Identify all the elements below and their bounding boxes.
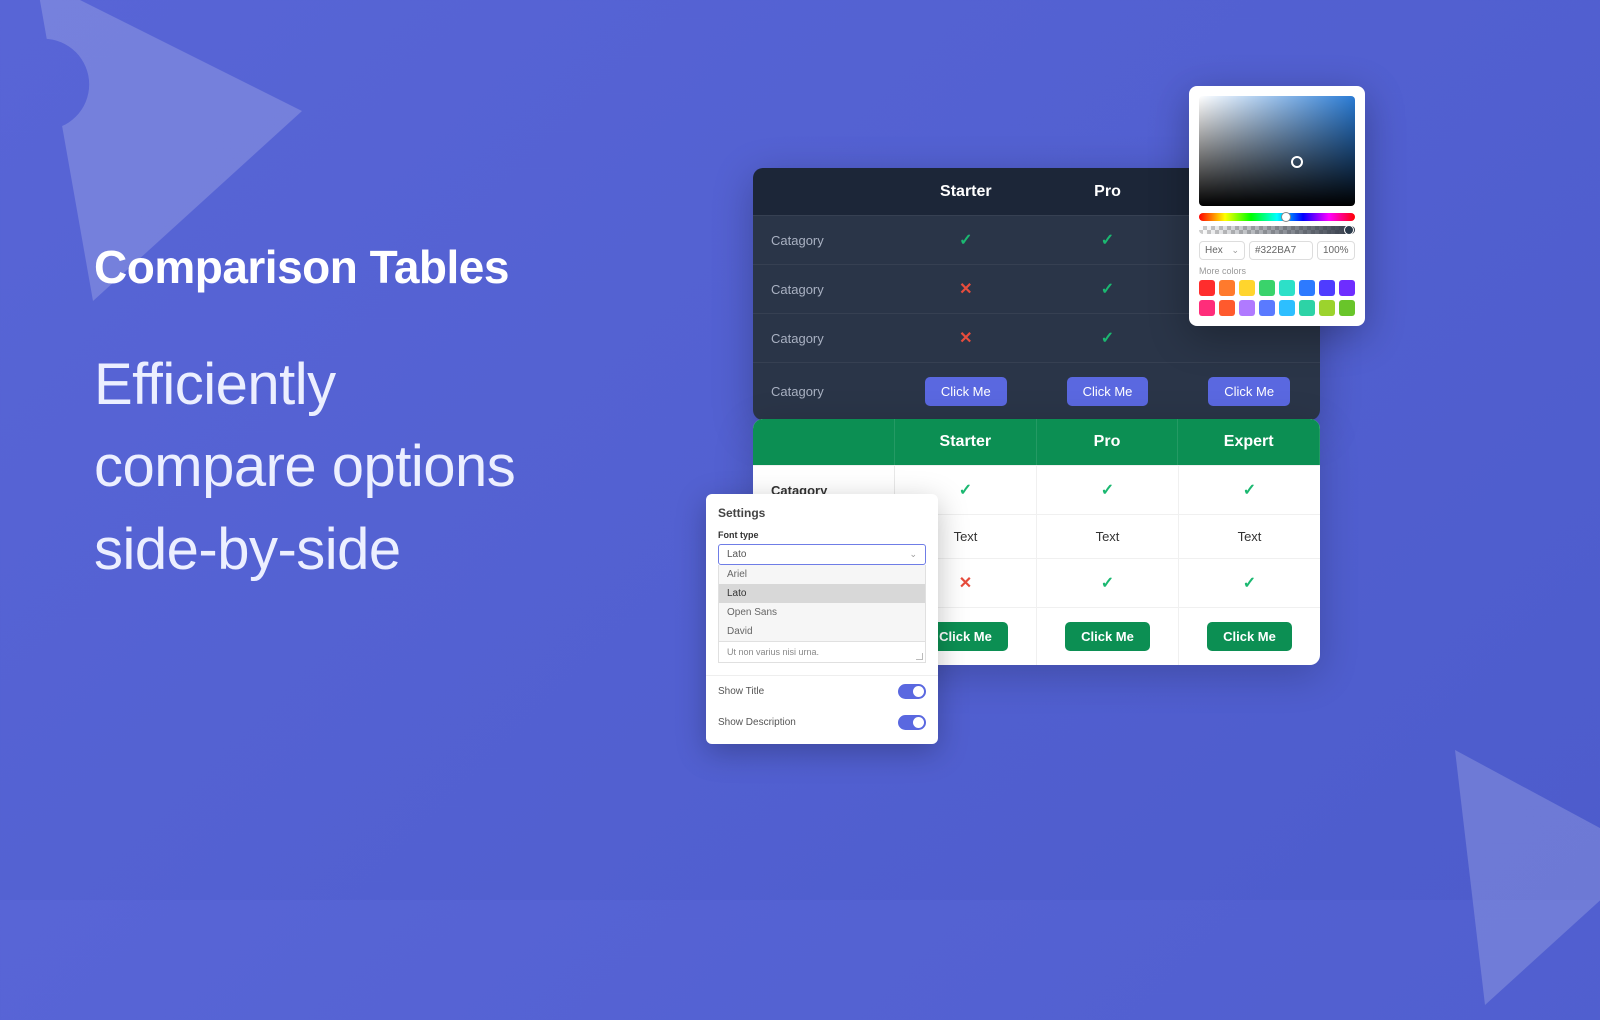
hero: Comparison Tables Efficiently compare op… [94,240,515,591]
check-icon: ✓ [1101,230,1114,250]
click-me-button[interactable]: Click Me [1208,377,1290,406]
color-gradient[interactable] [1199,96,1355,206]
color-swatch[interactable] [1319,300,1335,316]
row-label: Catagory [753,363,895,420]
color-swatch[interactable] [1259,300,1275,316]
gradient-cursor-icon[interactable] [1291,156,1303,168]
table-header: . Starter Pro Expert [753,419,1320,465]
table-row: Catagory Click Me Click Me Click Me [753,362,1320,420]
color-swatch[interactable] [1199,300,1215,316]
toggle-label: Show Description [718,717,796,728]
cross-icon: ✕ [959,328,972,348]
color-swatch[interactable] [1199,280,1215,296]
chevron-down-icon: ⌄ [909,549,917,560]
color-swatch[interactable] [1319,280,1335,296]
click-me-button[interactable]: Click Me [1065,622,1150,651]
check-icon: ✓ [1101,573,1114,593]
show-description-row: Show Description [706,707,938,738]
hue-handle-icon[interactable] [1281,212,1291,222]
click-me-button[interactable]: Click Me [1067,377,1149,406]
alpha-slider[interactable] [1199,226,1355,234]
show-description-toggle[interactable] [898,715,926,730]
check-icon: ✓ [1101,480,1114,500]
settings-panel: Settings Font type Lato ⌄ Ariel Lato Ope… [706,494,938,744]
color-swatch[interactable] [1259,280,1275,296]
cross-icon: ✕ [959,279,972,299]
column-header: Expert [1178,419,1320,465]
font-option[interactable]: Lato [719,584,925,603]
color-swatch[interactable] [1239,280,1255,296]
hero-subtitle: Efficiently compare options side-by-side [94,344,515,591]
hue-slider[interactable] [1199,213,1355,221]
font-option[interactable]: Open Sans [719,603,925,622]
check-icon: ✓ [1101,328,1114,348]
color-swatch[interactable] [1299,300,1315,316]
row-label: Catagory [753,216,895,264]
show-title-toggle[interactable] [898,684,926,699]
column-header: Pro [1037,419,1179,465]
alpha-handle-icon[interactable] [1344,225,1354,235]
font-select[interactable]: Lato ⌄ [718,544,926,565]
description-textarea[interactable]: Ut non varius nisi urna. [718,642,926,663]
check-icon: ✓ [1243,573,1256,593]
column-header: Pro [1037,168,1179,215]
opacity-input[interactable]: 100% [1317,241,1355,260]
color-swatch[interactable] [1219,280,1235,296]
check-icon: ✓ [1101,279,1114,299]
column-header: Starter [895,168,1037,215]
row-label: Catagory [753,314,895,362]
color-swatch[interactable] [1239,300,1255,316]
more-colors-label: More colors [1199,266,1355,276]
font-dropdown: Ariel Lato Open Sans David [718,565,926,642]
check-icon: ✓ [959,230,972,250]
color-swatch[interactable] [1299,280,1315,296]
color-swatch[interactable] [1279,280,1295,296]
cross-icon: ✕ [959,573,972,593]
text-cell: Text [1037,515,1179,558]
font-type-label: Font type [706,528,938,542]
color-swatch[interactable] [1279,300,1295,316]
color-swatch[interactable] [1339,280,1355,296]
font-option[interactable]: Ariel [719,565,925,584]
column-header: Starter [895,419,1037,465]
toggle-label: Show Title [718,686,764,697]
settings-title: Settings [706,506,938,528]
click-me-button[interactable]: Click Me [925,377,1007,406]
show-title-row: Show Title [706,676,938,707]
color-picker: Hex⌄ #322BA7 100% More colors [1189,86,1365,326]
color-mode-select[interactable]: Hex⌄ [1199,241,1245,260]
hero-title: Comparison Tables [94,240,515,294]
font-option[interactable]: David [719,622,925,641]
color-swatch[interactable] [1219,300,1235,316]
click-me-button[interactable]: Click Me [1207,622,1292,651]
check-icon: ✓ [1243,480,1256,500]
swatch-grid [1199,280,1355,316]
check-icon: ✓ [959,480,972,500]
hex-input[interactable]: #322BA7 [1249,241,1313,260]
text-cell: Text [1179,515,1320,558]
chevron-down-icon: ⌄ [1231,245,1239,256]
color-swatch[interactable] [1339,300,1355,316]
row-label: Catagory [753,265,895,313]
